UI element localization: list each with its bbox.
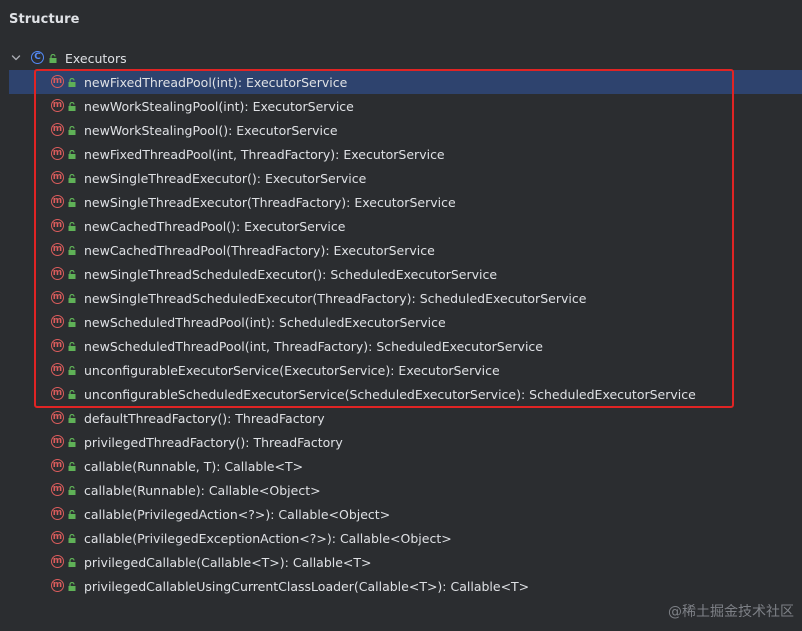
method-label: newSingleThreadExecutor(ThreadFactory): … (84, 195, 456, 210)
method-icon: m (51, 507, 64, 520)
method-item[interactable]: m newFixedThreadPool(int): ExecutorServic… (9, 70, 802, 94)
method-icon: m (51, 243, 64, 256)
method-item[interactable]: m callable(Runnable): Callable<Object> (0, 478, 802, 502)
method-label: newScheduledThreadPool(int, ThreadFactor… (84, 339, 543, 354)
method-item[interactable]: m callable(Runnable, T): Callable<T> (0, 454, 802, 478)
public-lock-icon (68, 438, 76, 447)
public-lock-icon (68, 462, 76, 471)
class-icon: C (31, 51, 44, 64)
method-label: newSingleThreadScheduledExecutor(): Sche… (84, 267, 498, 282)
public-lock-icon (68, 390, 76, 399)
method-icon: m (51, 363, 64, 376)
public-lock-icon (68, 318, 76, 327)
method-icon: m (51, 387, 64, 400)
method-icon: m (51, 315, 64, 328)
method-icon: m (51, 459, 64, 472)
method-icon: m (51, 435, 64, 448)
public-lock-icon (68, 582, 76, 591)
public-lock-icon (68, 78, 76, 87)
method-label: newFixedThreadPool(int): ExecutorService (84, 75, 348, 90)
tree-root-label: Executors (65, 51, 127, 66)
method-label: newWorkStealingPool(): ExecutorService (84, 123, 338, 138)
method-label: unconfigurableScheduledExecutorService(S… (84, 387, 696, 402)
method-item[interactable]: m newScheduledThreadPool(int, ThreadFacto… (0, 334, 802, 358)
method-icon: m (51, 579, 64, 592)
method-label: callable(Runnable, T): Callable<T> (84, 459, 304, 474)
public-lock-icon (68, 366, 76, 375)
method-label: privilegedThreadFactory(): ThreadFactory (84, 435, 343, 450)
method-label: newScheduledThreadPool(int): ScheduledEx… (84, 315, 446, 330)
method-icon: m (51, 531, 64, 544)
public-lock-icon (68, 126, 76, 135)
method-label: newWorkStealingPool(int): ExecutorServic… (84, 99, 354, 114)
method-item[interactable]: m newWorkStealingPool(int): ExecutorServi… (0, 94, 802, 118)
method-item[interactable]: m newCachedThreadPool(ThreadFactory): Exe… (0, 238, 802, 262)
method-label: callable(PrivilegedExceptionAction<?>): … (84, 531, 452, 546)
public-lock-icon (68, 486, 76, 495)
method-icon: m (51, 411, 64, 424)
public-lock-icon (68, 294, 76, 303)
method-label: newFixedThreadPool(int, ThreadFactory): … (84, 147, 445, 162)
method-label: defaultThreadFactory(): ThreadFactory (84, 411, 325, 426)
method-item[interactable]: m callable(PrivilegedExceptionAction<?>):… (0, 526, 802, 550)
method-label: unconfigurableExecutorService(ExecutorSe… (84, 363, 500, 378)
public-lock-icon (68, 246, 76, 255)
method-item[interactable]: m privilegedCallable(Callable<T>): Callab… (0, 550, 802, 574)
public-lock-icon (68, 198, 76, 207)
public-lock-icon (68, 174, 76, 183)
method-item[interactable]: m unconfigurableExecutorService(ExecutorS… (0, 358, 802, 382)
method-item[interactable]: m newSingleThreadExecutor(): ExecutorServ… (0, 166, 802, 190)
panel-title: Structure (9, 12, 80, 27)
method-label: newSingleThreadScheduledExecutor(ThreadF… (84, 291, 587, 306)
method-item[interactable]: m newSingleThreadScheduledExecutor(): Sch… (0, 262, 802, 286)
method-item[interactable]: m newSingleThreadScheduledExecutor(Thread… (0, 286, 802, 310)
method-item[interactable]: m privilegedCallableUsingCurrentClassLoad… (0, 574, 802, 598)
method-label: newCachedThreadPool(): ExecutorService (84, 219, 346, 234)
method-item[interactable]: m newScheduledThreadPool(int): ScheduledE… (0, 310, 802, 334)
method-icon: m (51, 195, 64, 208)
method-item[interactable]: m callable(PrivilegedAction<?>): Callable… (0, 502, 802, 526)
method-icon: m (51, 75, 64, 88)
method-item[interactable]: m unconfigurableScheduledExecutorService(… (0, 382, 802, 406)
method-icon: m (51, 219, 64, 232)
method-icon: m (51, 123, 64, 136)
public-lock-icon (68, 414, 76, 423)
public-lock-icon (68, 270, 76, 279)
public-lock-icon (68, 342, 76, 351)
method-label: newCachedThreadPool(ThreadFactory): Exec… (84, 243, 435, 258)
method-icon: m (51, 339, 64, 352)
method-item[interactable]: m newFixedThreadPool(int, ThreadFactory):… (0, 142, 802, 166)
method-item[interactable]: m privilegedThreadFactory(): ThreadFactor… (0, 430, 802, 454)
method-item[interactable]: m newWorkStealingPool(): ExecutorService (0, 118, 802, 142)
method-icon: m (51, 483, 64, 496)
tree-root-executors[interactable]: C Executors (0, 46, 802, 70)
method-item[interactable]: m newSingleThreadExecutor(ThreadFactory):… (0, 190, 802, 214)
method-label: callable(PrivilegedAction<?>): Callable<… (84, 507, 391, 522)
method-icon: m (51, 291, 64, 304)
public-lock-icon (68, 534, 76, 543)
method-label: newSingleThreadExecutor(): ExecutorServi… (84, 171, 367, 186)
method-icon: m (51, 99, 64, 112)
method-item[interactable]: m newCachedThreadPool(): ExecutorService (0, 214, 802, 238)
chevron-down-icon[interactable] (10, 52, 22, 64)
public-lock-icon (68, 102, 76, 111)
method-icon: m (51, 267, 64, 280)
public-lock-icon (68, 222, 76, 231)
public-lock-icon (68, 558, 76, 567)
method-icon: m (51, 555, 64, 568)
public-lock-icon (68, 510, 76, 519)
watermark: @稀土掘金技术社区 (668, 604, 794, 620)
public-lock-icon (68, 150, 76, 159)
method-item[interactable]: m defaultThreadFactory(): ThreadFactory (0, 406, 802, 430)
method-label: privilegedCallableUsingCurrentClassLoade… (84, 579, 530, 594)
method-icon: m (51, 147, 64, 160)
structure-header: Structure (0, 0, 802, 42)
method-label: callable(Runnable): Callable<Object> (84, 483, 321, 498)
public-lock-icon (49, 54, 57, 63)
method-icon: m (51, 171, 64, 184)
method-label: privilegedCallable(Callable<T>): Callabl… (84, 555, 372, 570)
